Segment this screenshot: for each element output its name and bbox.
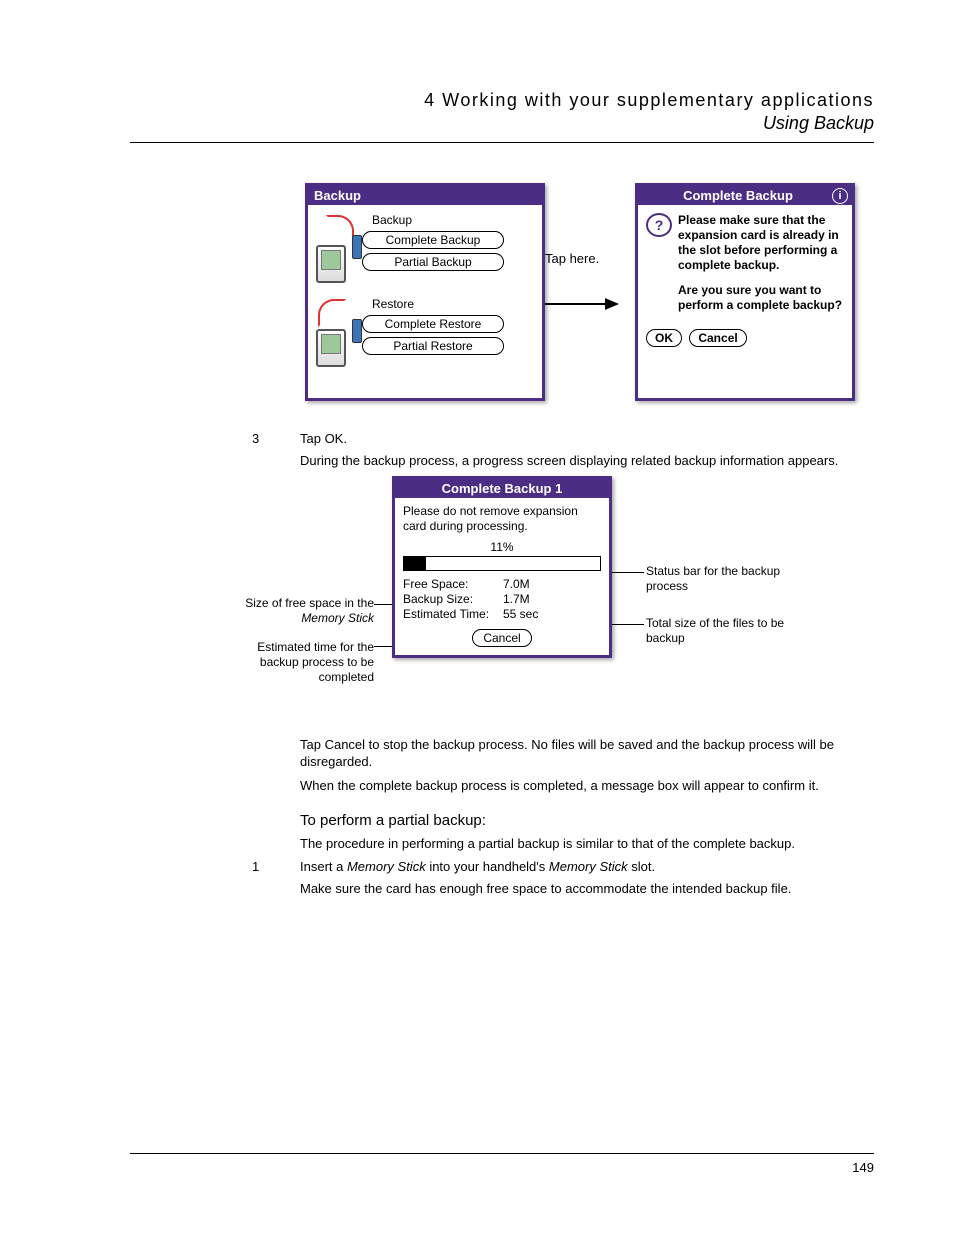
ok-button[interactable]: OK	[646, 329, 682, 347]
cancel-button[interactable]: Cancel	[689, 329, 746, 347]
progress-window: Complete Backup 1 Please do not remove e…	[392, 476, 612, 658]
progress-please: Please do not remove expansion card duri…	[403, 504, 601, 534]
dialog-message-1: Please make sure that the expansion card…	[678, 213, 844, 273]
complete-restore-button[interactable]: Complete Restore	[362, 315, 504, 333]
step-1: 1 Insert a Memory Stick into your handhe…	[252, 859, 874, 874]
figure-row-2: Size of free space in the Memory Stick E…	[130, 476, 874, 706]
progress-cancel-button[interactable]: Cancel	[472, 629, 531, 647]
step-3-text: Tap OK.	[300, 431, 347, 446]
backup-section: Backup Complete Backup Partial Backup	[314, 213, 534, 283]
kv-backup-size: Backup Size: 1.7M	[403, 592, 601, 606]
restore-section: Restore Complete Restore Partial Restore	[314, 297, 534, 367]
step-1-para: Make sure the card has enough free space…	[300, 880, 874, 898]
page-header: 4 Working with your supplementary applic…	[130, 90, 874, 134]
kv-free-space: Free Space: 7.0M	[403, 577, 601, 591]
chapter-title: 4 Working with your supplementary applic…	[130, 90, 874, 111]
backup-icon	[314, 213, 362, 283]
info-icon[interactable]: i	[832, 188, 848, 204]
complete-backup-button[interactable]: Complete Backup	[362, 231, 504, 249]
partial-backup-button[interactable]: Partial Backup	[362, 253, 504, 271]
page-number: 149	[852, 1160, 874, 1175]
annot-backup-size: Total size of the files to be backup	[646, 616, 796, 646]
dialog-message-2: Are you sure you want to perform a compl…	[678, 283, 844, 313]
body-para-2: When the complete backup process is comp…	[300, 777, 874, 795]
progress-bar-fill	[404, 557, 426, 570]
partial-restore-button[interactable]: Partial Restore	[362, 337, 504, 355]
backup-app-window: Backup Backup Complete Backup Partial Ba…	[305, 183, 545, 401]
progress-title: Complete Backup 1	[395, 479, 609, 498]
arrow-right-icon	[545, 294, 625, 314]
body-para-1: Tap Cancel to stop the backup process. N…	[300, 736, 874, 771]
backup-heading: Backup	[372, 213, 534, 227]
kv-estimated-time: Estimated Time: 55 sec	[403, 607, 601, 621]
tap-here-callout: Tap here.	[545, 183, 635, 314]
question-icon: ?	[646, 213, 672, 237]
progress-bar	[403, 556, 601, 571]
restore-icon	[314, 297, 362, 367]
step-3-number: 3	[252, 431, 300, 446]
tap-here-label: Tap here.	[545, 251, 635, 266]
page-footer: 149	[130, 1153, 874, 1175]
annot-status-bar: Status bar for the backup process	[646, 564, 796, 594]
annot-free-space: Size of free space in the Memory Stick	[224, 596, 374, 626]
progress-percent: 11%	[403, 540, 601, 554]
annot-est-time: Estimated time for the backup process to…	[224, 640, 374, 685]
step-3: 3 Tap OK.	[252, 431, 874, 446]
header-rule	[130, 142, 874, 143]
step-1-number: 1	[252, 859, 300, 874]
complete-backup-dialog: Complete Backup i ? Please make sure tha…	[635, 183, 855, 401]
dialog-title: Complete Backup	[683, 188, 793, 203]
step-1-text: Insert a Memory Stick into your handheld…	[300, 859, 655, 874]
partial-backup-heading: To perform a partial backup:	[300, 812, 874, 829]
backup-app-title: Backup	[308, 186, 542, 205]
figure-row-1: Backup Backup Complete Backup Partial Ba…	[305, 183, 874, 401]
body-para-3: The procedure in performing a partial ba…	[300, 835, 874, 853]
step-3-para: During the backup process, a progress sc…	[300, 452, 874, 470]
section-title: Using Backup	[130, 113, 874, 134]
restore-heading: Restore	[372, 297, 534, 311]
